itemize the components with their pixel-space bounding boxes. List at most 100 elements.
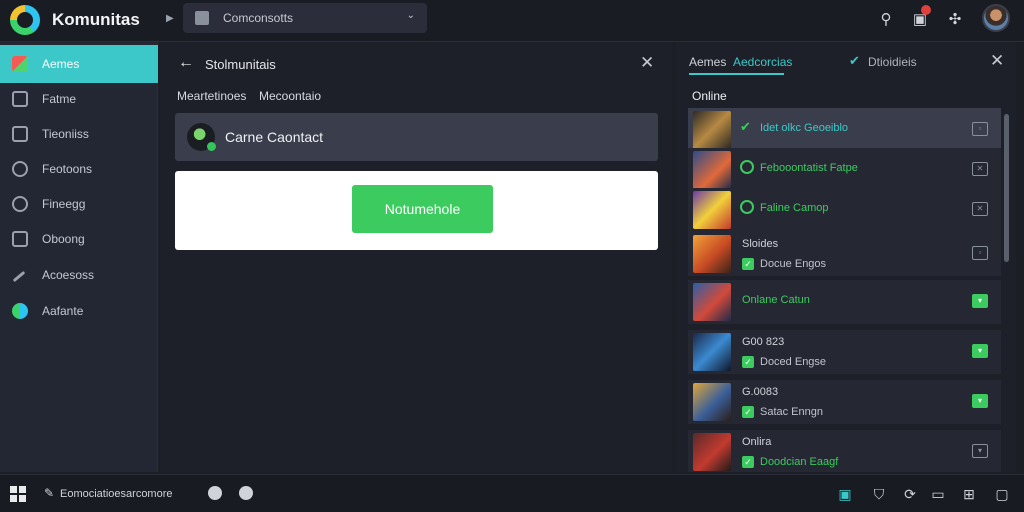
row-sublabel: Sloides — [742, 238, 779, 250]
section-title: Online — [692, 89, 727, 103]
taskbar-text: Eomociatioesarcomore — [60, 488, 173, 500]
tab-meartetinoes[interactable]: Meartetinoes — [177, 89, 246, 103]
tab-mecoontaio[interactable]: Mecoontaio — [259, 89, 321, 103]
friends-panel: Aemes Aedcorcias ✔ Dtioidieis ✕ Online ✔… — [676, 42, 1016, 472]
online-status-icon — [207, 142, 216, 151]
check-icon: ✔ — [849, 53, 860, 68]
check-icon: ✔ — [740, 119, 751, 134]
game-contact-card[interactable]: Carne Caontact — [175, 113, 658, 161]
sidebar-item-oboong[interactable]: Oboong — [0, 220, 158, 258]
game-thumbnail — [693, 283, 731, 321]
settings-icon[interactable]: ✣ — [945, 10, 965, 30]
row-action-icon[interactable]: ▾ — [972, 344, 988, 358]
chevron-right-icon[interactable]: ▶ — [166, 13, 174, 24]
list-item[interactable]: Onlane Catun ▾ — [688, 280, 1001, 324]
row-label: Docue Engos — [760, 258, 827, 270]
sidebar-item-label: Acoesoss — [42, 268, 95, 282]
scrollbar[interactable] — [1004, 114, 1009, 262]
windows-start-icon[interactable] — [10, 486, 26, 502]
game-thumbnail — [693, 191, 731, 229]
card-title: Carne Caontact — [225, 129, 324, 145]
game-thumbnail — [693, 235, 731, 273]
check-icon: ✓ — [742, 356, 754, 368]
row-label: Onlane Catun — [742, 294, 810, 306]
list-item[interactable]: Onlira ✓ Doodcian Eaagf ▾ — [688, 430, 1001, 472]
sidebar-item-label: Fatme — [42, 92, 77, 106]
close-icon[interactable]: ✕ — [640, 53, 654, 73]
row-action-icon[interactable]: ✕ — [972, 162, 988, 176]
row-action-icon[interactable]: ▾ — [972, 394, 988, 408]
row-label: Idet olkc Geoeiblo — [760, 122, 849, 134]
circle-icon — [12, 161, 28, 177]
tab-aedcorcias[interactable]: Aedcorcias — [733, 55, 792, 69]
globe-color-icon — [12, 303, 28, 319]
sidebar-item-aemes[interactable]: Aemes — [0, 45, 158, 83]
tab-aemes[interactable]: Aemes — [689, 55, 726, 69]
row-action-icon[interactable]: ▾ — [972, 444, 988, 458]
games-icon — [12, 56, 28, 72]
window-icon[interactable]: ▭ — [929, 485, 947, 503]
sidebar-item-aafante[interactable]: Aafante — [0, 292, 158, 330]
community-taskbar-icon[interactable]: ▣ — [836, 485, 854, 503]
game-thumbnail — [693, 111, 731, 149]
grid-icon[interactable]: ⊞ — [960, 485, 978, 503]
image-icon — [12, 91, 28, 107]
row-action-icon[interactable]: ▾ — [972, 294, 988, 308]
monitor-icon — [12, 126, 28, 142]
row-action-icon[interactable]: ✕ — [972, 202, 988, 216]
shield-icon[interactable] — [239, 486, 253, 500]
community-dropdown[interactable]: Comconsotts ⌄ — [183, 3, 427, 33]
check-icon: ✓ — [742, 406, 754, 418]
check-icon: ✓ — [742, 456, 754, 468]
action-box: Notumehole — [175, 171, 658, 250]
active-tab-indicator — [689, 73, 784, 75]
row-label: Febooontatist Fatpe — [760, 162, 858, 174]
game-thumbnail — [693, 151, 731, 189]
sidebar-item-feotoons[interactable]: Feotoons — [0, 150, 158, 188]
sidebar-item-fatme[interactable]: Fatme — [0, 80, 158, 118]
close-icon[interactable]: ✕ — [990, 51, 1004, 71]
back-arrow-icon[interactable]: ← — [178, 54, 194, 72]
sidebar-item-fineegg[interactable]: Fineegg — [0, 185, 158, 223]
list-item[interactable]: Sloides ✓ Docue Engos ▫ — [688, 232, 1001, 276]
list-item[interactable]: ✔ Idet olkc Geoeiblo ▫ — [688, 108, 1001, 152]
app-logo-icon[interactable] — [10, 5, 40, 35]
globe-icon — [12, 196, 28, 212]
app-title: Komunitas — [52, 10, 140, 29]
sidebar-item-acoesoss[interactable]: Acoesoss — [0, 256, 158, 294]
top-bar: Komunitas ▶ Comconsotts ⌄ ⚲ ▣ ✣ — [0, 0, 1024, 42]
link-icon[interactable]: ⟳ — [901, 485, 919, 503]
notification-icon[interactable]: ▢ — [993, 485, 1011, 503]
panel-title: Stolmunitais — [205, 57, 276, 72]
list-item[interactable]: G00 823 ✓ Doced Engse ▾ — [688, 330, 1001, 374]
row-label: Doodcian Eaagf — [760, 456, 839, 468]
sidebar: Aemes Fatme Tieoniiss Feotoons Fineegg O… — [0, 42, 158, 472]
sidebar-item-label: Aemes — [42, 57, 80, 71]
list-item[interactable]: Faline Camop ✕ — [688, 188, 1001, 232]
search-user-icon[interactable]: ⚲ — [876, 10, 896, 30]
sidebar-item-label: Feotoons — [42, 162, 93, 176]
list-item[interactable]: G.0083 ✓ Satac Enngn ▾ — [688, 380, 1001, 424]
row-action-icon[interactable]: ▫ — [972, 122, 988, 136]
tab-dtioidieis[interactable]: Dtioidieis — [868, 55, 917, 69]
row-label: Satac Enngn — [760, 406, 823, 418]
pen-icon: ✎ — [44, 486, 55, 500]
sidebar-item-tieoniiss[interactable]: Tieoniiss — [0, 115, 158, 153]
folder-icon — [195, 11, 209, 25]
notification-badge — [921, 5, 931, 15]
row-sublabel: G00 823 — [742, 336, 785, 348]
online-status-icon — [740, 200, 754, 214]
row-sublabel: Onlira — [742, 436, 772, 448]
chat-bubble-icon[interactable] — [208, 486, 222, 500]
list-item[interactable]: Febooontatist Fatpe ✕ — [688, 148, 1001, 192]
dropdown-label: Comconsotts — [223, 11, 294, 25]
primary-action-button[interactable]: Notumehole — [352, 185, 493, 233]
chevron-down-icon: ⌄ — [406, 10, 415, 21]
bookmark-icon[interactable]: ⛉ — [870, 485, 888, 503]
game-thumbnail — [693, 383, 731, 421]
avatar[interactable] — [982, 4, 1010, 32]
row-action-icon[interactable]: ▫ — [972, 246, 988, 260]
box-icon — [12, 231, 28, 247]
wrench-icon — [12, 270, 26, 283]
sidebar-item-label: Oboong — [42, 232, 85, 246]
